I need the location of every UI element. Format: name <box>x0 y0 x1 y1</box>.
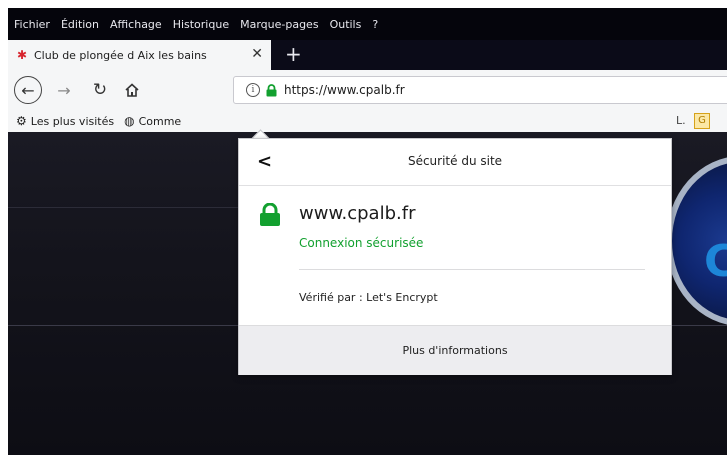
menu-affichage[interactable]: Affichage <box>110 18 162 31</box>
menu-historique[interactable]: Historique <box>173 18 229 31</box>
home-button[interactable] <box>120 78 144 102</box>
menu-outils[interactable]: Outils <box>330 18 362 31</box>
bookmark-label: Comme <box>138 114 182 128</box>
popup-header: < Sécurité du site <box>239 139 671 186</box>
favicon-icon: ✱ <box>16 48 28 62</box>
menu-marque-pages[interactable]: Marque-pages <box>240 18 318 31</box>
reload-button[interactable]: ↻ <box>88 78 112 102</box>
menu-edition[interactable]: Édition <box>61 18 99 31</box>
back-arrow-icon: ← <box>21 80 35 100</box>
menu-bar: Fichier Édition Affichage Historique Mar… <box>8 8 727 40</box>
bookmark-label: Les plus visités <box>30 114 115 128</box>
bookmarks-bar: ⚙ Les plus visités ◍ Comme L. G <box>8 110 727 132</box>
tab-title: Club de plongée d Aix les bains <box>34 48 207 62</box>
bookmark-fragment[interactable]: L. <box>676 114 686 127</box>
lock-icon <box>260 203 280 226</box>
bookmark-g-icon[interactable]: G <box>694 113 710 129</box>
info-icon[interactable]: i <box>246 83 260 97</box>
tab-close-button[interactable]: ✕ <box>251 46 263 62</box>
site-logo-letter: C <box>704 236 727 287</box>
reload-icon: ↻ <box>92 80 108 100</box>
bookmark-second[interactable]: ◍ Comme <box>124 114 181 128</box>
forward-arrow-icon: → <box>57 80 71 100</box>
home-icon <box>125 83 139 97</box>
site-security-popup: < Sécurité du site www.cpalb.fr Connexio… <box>238 138 672 375</box>
site-domain: www.cpalb.fr <box>299 203 416 224</box>
url-bar[interactable]: i https://www.cpalb.fr <box>233 76 727 104</box>
forward-button[interactable]: → <box>52 78 76 102</box>
menu-fichier[interactable]: Fichier <box>14 18 50 31</box>
more-info-button[interactable]: Plus d'informations <box>239 325 671 375</box>
bookmark-most-visited[interactable]: ⚙ Les plus visités <box>16 114 114 128</box>
lock-icon[interactable] <box>266 83 277 97</box>
nav-toolbar: ← → ↻ i https://www.cpalb.fr <box>8 70 727 110</box>
browser-window: Fichier Édition Affichage Historique Mar… <box>8 8 727 455</box>
url-text: https://www.cpalb.fr <box>284 83 405 97</box>
popup-title: Sécurité du site <box>407 154 503 168</box>
tab-active[interactable]: ✱ Club de plongée d Aix les bains ✕ <box>8 40 271 70</box>
connection-status: Connexion sécurisée <box>299 236 424 250</box>
back-button[interactable]: ← <box>14 76 42 104</box>
tab-strip: ✱ Club de plongée d Aix les bains ✕ + <box>8 40 727 70</box>
menu-aide[interactable]: ? <box>372 18 378 31</box>
separator <box>299 269 645 270</box>
new-tab-button[interactable]: + <box>285 40 302 70</box>
verified-by: Vérifié par : Let's Encrypt <box>299 291 438 304</box>
globe-icon: ◍ <box>124 114 135 128</box>
gear-icon: ⚙ <box>16 114 27 128</box>
